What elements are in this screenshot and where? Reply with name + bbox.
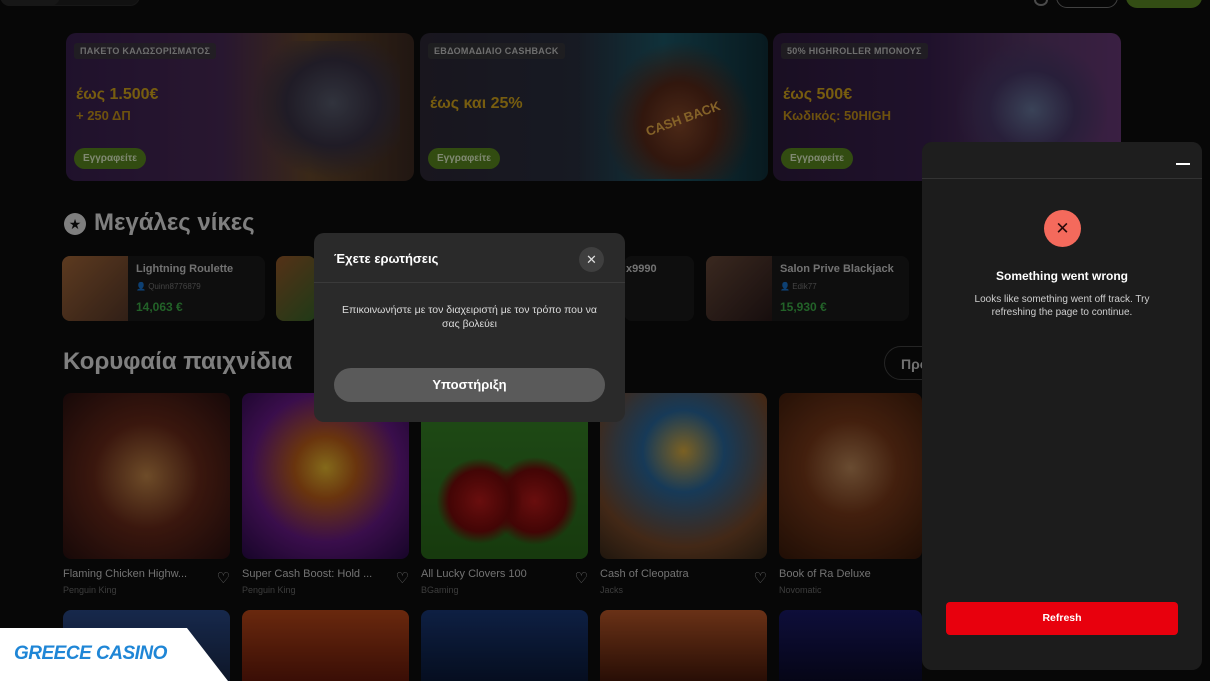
modal-title: Έχετε ερωτήσεις xyxy=(334,251,439,266)
error-panel-header xyxy=(922,142,1202,179)
error-title: Something went wrong xyxy=(996,269,1128,283)
refresh-button[interactable]: Refresh xyxy=(946,602,1178,635)
error-message: Looks like something went off track. Try… xyxy=(974,294,1150,318)
modal-text: Επικοινωνήστε με τον διαχειριστή με τον … xyxy=(342,304,597,330)
error-panel: ✕ Something went wrong Looks like someth… xyxy=(922,142,1202,670)
minimize-icon[interactable] xyxy=(1176,163,1190,165)
support-modal: Έχετε ερωτήσεις ✕ Επικοινωνήστε με τον δ… xyxy=(314,233,625,422)
close-icon[interactable]: ✕ xyxy=(579,247,604,272)
modal-divider xyxy=(314,282,625,283)
logo-text: GREECE CASINO xyxy=(14,643,167,664)
support-button[interactable]: Υποστήριξη xyxy=(334,368,605,402)
error-icon: ✕ xyxy=(1044,210,1081,247)
